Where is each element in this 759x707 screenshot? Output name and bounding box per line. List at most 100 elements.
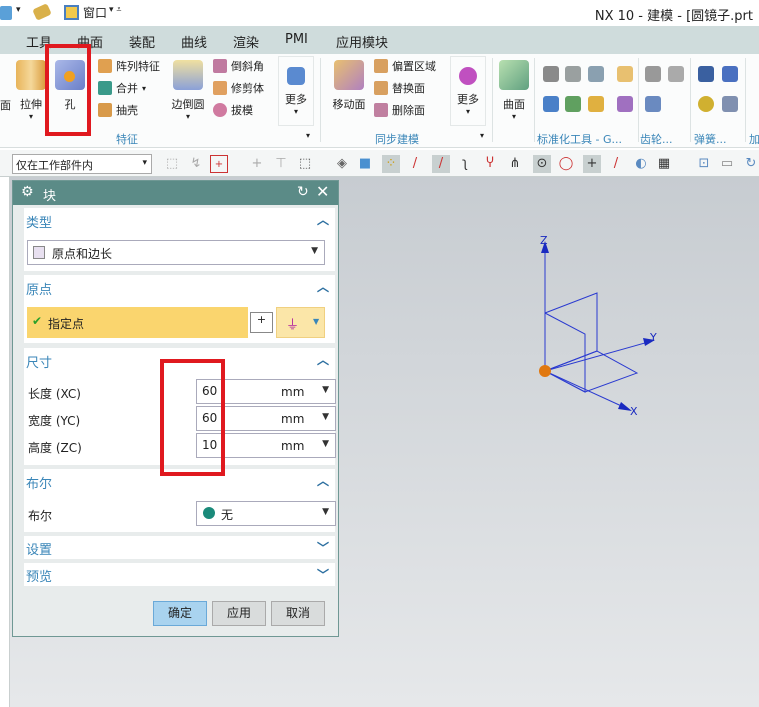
gear-tool-icon[interactable]	[668, 66, 684, 82]
offset-region-button[interactable]: 偏置区域	[374, 56, 436, 76]
point-icon[interactable]: +	[248, 155, 266, 173]
tab-assembly[interactable]: 装配	[129, 32, 155, 51]
tab-application[interactable]: 应用模块	[336, 32, 388, 51]
expand-icon[interactable]: ﹀	[317, 539, 329, 556]
spring-tool-icon[interactable]	[698, 96, 714, 112]
brush-icon[interactable]	[32, 3, 52, 21]
snap-icon[interactable]: ↯	[187, 155, 205, 173]
grid-icon[interactable]: ▦	[655, 155, 673, 173]
spring-tool-icon[interactable]	[722, 96, 738, 112]
point-on-face-icon[interactable]: ◐	[632, 155, 650, 173]
fit-view-icon[interactable]: ⊡	[695, 155, 713, 173]
std-tool-icon[interactable]	[588, 66, 604, 82]
settings-section[interactable]: 设置 ﹀	[24, 536, 335, 559]
collapse-icon[interactable]: ︿	[317, 278, 329, 295]
std-tool-icon[interactable]	[565, 66, 581, 82]
spring-tool-icon[interactable]	[722, 66, 738, 82]
center-point-icon[interactable]: ⊙	[533, 155, 551, 173]
group-expand-icon[interactable]: ▾	[306, 131, 310, 140]
gear-tool-icon[interactable]	[645, 96, 661, 112]
midpoint-icon[interactable]: /	[432, 155, 450, 173]
more-label: 更多	[285, 93, 307, 106]
pattern-feature-button[interactable]: 阵列特征	[98, 56, 160, 76]
cube-view-icon[interactable]: ■	[356, 155, 374, 173]
origin-section-title[interactable]: 原点	[26, 279, 52, 298]
close-icon[interactable]: ✕	[316, 182, 329, 201]
window-menu[interactable]: 窗口	[83, 4, 107, 21]
cancel-button[interactable]: 取消	[271, 601, 325, 626]
window-icon[interactable]	[64, 5, 79, 20]
dropdown-arrow-icon[interactable]: ▾	[16, 5, 21, 15]
reset-icon[interactable]: ↻	[297, 184, 309, 200]
more-sync-button[interactable]: 更多 ▾	[450, 56, 486, 126]
type-dropdown[interactable]: 原点和边长 ▼	[27, 240, 325, 265]
select-icon[interactable]: ⬚	[163, 155, 181, 173]
existing-point-icon[interactable]: +	[583, 155, 601, 173]
settings-section-title[interactable]: 设置	[26, 539, 52, 558]
point-type-dropdown[interactable]: ⏚ ▼	[276, 307, 325, 338]
collapse-icon[interactable]: ︿	[317, 472, 329, 489]
draft-button[interactable]: 拔模	[213, 100, 253, 120]
window-dropdown-icon[interactable]: ▾ ⩡	[109, 5, 121, 15]
point-dialog-button[interactable]: +	[250, 312, 273, 333]
snap-points-icon[interactable]: ⁘	[382, 155, 400, 173]
delete-face-button[interactable]: 删除面	[374, 100, 425, 120]
width-unit[interactable]: mm	[281, 412, 304, 426]
more-features-button[interactable]: 更多 ▾	[278, 56, 314, 126]
origin-point[interactable]	[539, 365, 551, 377]
point-on-curve-icon[interactable]: /	[607, 155, 625, 173]
collapse-icon[interactable]: ︿	[317, 351, 329, 368]
gear-tool-icon[interactable]	[645, 66, 661, 82]
intersection-icon[interactable]: ⋔	[506, 155, 524, 173]
tab-pmi[interactable]: PMI	[285, 32, 308, 47]
trim-body-button[interactable]: 修剪体	[213, 78, 264, 98]
group-expand-icon[interactable]: ▾	[480, 131, 484, 140]
type-section-title[interactable]: 类型	[26, 212, 52, 231]
view-icon[interactable]: ◈	[333, 155, 351, 173]
zoom-icon[interactable]: ▭	[718, 155, 736, 173]
spring-tool-icon[interactable]	[698, 66, 714, 82]
surface-button[interactable]: 曲面 ▾	[496, 56, 532, 121]
std-tool-icon[interactable]	[617, 66, 633, 82]
rotate-icon[interactable]: ↻	[742, 155, 759, 173]
boolean-dropdown[interactable]: 无 ▼	[196, 501, 336, 526]
snap-icon[interactable]: ⊤	[272, 155, 290, 173]
edge-blend-button[interactable]: 边倒圆 ▾	[168, 56, 208, 121]
specify-point-row[interactable]: ✔ 指定点	[27, 307, 248, 338]
ok-button[interactable]: 确定	[153, 601, 207, 626]
selection-filter-dropdown[interactable]: 仅在工作部件内 ▾	[12, 154, 152, 174]
apply-button[interactable]: 应用	[212, 601, 266, 626]
length-unit[interactable]: mm	[281, 385, 304, 399]
quadrant-icon[interactable]: ◯	[557, 155, 575, 173]
expand-icon[interactable]: ﹀	[317, 566, 329, 583]
resource-bar	[0, 177, 10, 707]
preview-section[interactable]: 预览 ﹀	[24, 563, 335, 586]
tab-curve[interactable]: 曲线	[181, 32, 207, 51]
endpoint-icon[interactable]: /	[406, 155, 424, 173]
filter-icon[interactable]: +	[210, 155, 228, 173]
std-tool-icon[interactable]	[565, 96, 581, 112]
std-tool-icon[interactable]	[543, 96, 559, 112]
std-tool-icon[interactable]	[588, 96, 604, 112]
shell-button[interactable]: 抽壳	[98, 100, 138, 120]
extrude-button[interactable]: 拉伸 ▾	[14, 56, 48, 121]
preview-section-title[interactable]: 预览	[26, 566, 52, 585]
height-unit[interactable]: mm	[281, 439, 304, 453]
boolean-section-title[interactable]: 布尔	[26, 473, 52, 492]
std-tool-icon[interactable]	[543, 66, 559, 82]
tab-render[interactable]: 渲染	[233, 32, 259, 51]
partial-face-label[interactable]: 面	[0, 97, 11, 113]
chamfer-button[interactable]: 倒斜角	[213, 56, 264, 76]
replace-face-button[interactable]: 替换面	[374, 78, 425, 98]
move-face-button[interactable]: 移动面	[330, 56, 368, 112]
control-point-icon[interactable]: Ⴤ	[481, 155, 499, 173]
curve-icon[interactable]: ʅ	[456, 155, 474, 173]
std-tool-icon[interactable]	[617, 96, 633, 112]
rectangle-select-icon[interactable]: ⬚	[296, 155, 314, 173]
unite-button[interactable]: 合并 ▾	[98, 78, 146, 98]
cube-icon[interactable]	[0, 6, 12, 20]
dimensions-section-title[interactable]: 尺寸	[26, 352, 52, 371]
collapse-icon[interactable]: ︿	[317, 211, 329, 228]
refresh-icon	[459, 67, 477, 85]
gear-icon[interactable]: ⚙	[21, 184, 34, 200]
